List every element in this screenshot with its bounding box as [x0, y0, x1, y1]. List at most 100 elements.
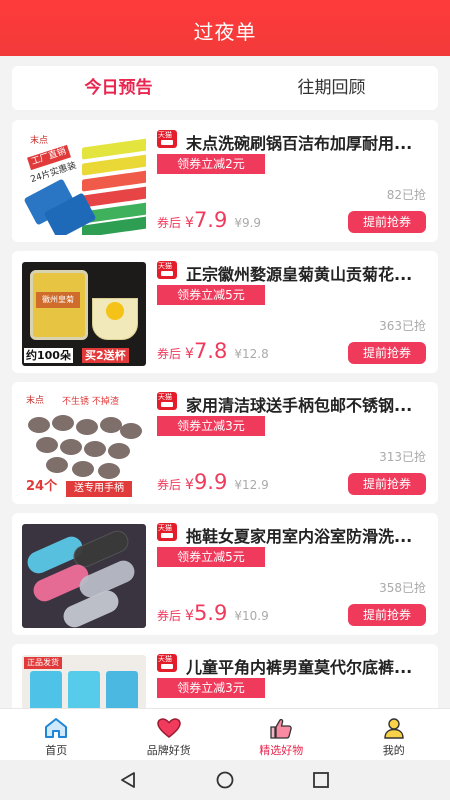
price-currency: ¥ — [185, 608, 194, 624]
package-shape — [30, 671, 62, 708]
tab-today-preview[interactable]: 今日预告 — [12, 66, 225, 110]
scrubber-ball — [108, 443, 130, 459]
price-prefix: 券后 — [157, 478, 182, 492]
price-value: 7.8 — [193, 339, 228, 363]
scrubber-ball — [100, 417, 122, 433]
price-value: 9.9 — [193, 470, 228, 494]
image-count-text: 约100朵 — [24, 348, 73, 363]
heart-icon — [156, 718, 181, 738]
price-currency: ¥ — [185, 346, 194, 362]
scrubber-ball — [72, 461, 94, 477]
nav-item-mine[interactable]: 我的 — [338, 709, 450, 760]
image-brand-text: 末点 — [26, 396, 45, 406]
scrubber-ball — [120, 423, 142, 439]
bottom-nav: 首页 品牌好货 精选好物 我的 — [0, 708, 450, 760]
recent-apps-icon[interactable] — [311, 771, 331, 789]
price-prefix: 券后 — [157, 347, 182, 361]
nav-label: 品牌好货 — [146, 744, 191, 757]
product-card[interactable]: 末点 工厂直销 24片实惠装 末点洗碗刷锅百洁布加厚耐用... 领券立减2元 8… — [12, 120, 438, 242]
product-title[interactable]: 家用清洁球送手柄包邮不锈钢... — [186, 392, 424, 416]
package-shape — [68, 671, 100, 708]
price-prefix: 券后 — [157, 216, 182, 230]
product-image: 正品发货 — [22, 655, 146, 708]
product-card[interactable]: 末点 不生锈 不掉渣 24个 送专用手柄 家用清洁球送手柄包邮不锈钢... 领券… — [12, 382, 438, 504]
tmall-icon — [157, 654, 177, 672]
scrubber-ball — [84, 441, 106, 457]
system-nav-bar — [0, 760, 450, 800]
original-price: 9.9 — [241, 216, 262, 230]
flower-shape — [106, 302, 124, 320]
thumbs-up-icon — [270, 718, 293, 739]
product-image: 末点 工厂直销 24片实惠装 — [22, 131, 146, 235]
tab-past-review[interactable]: 往期回顾 — [225, 66, 438, 110]
price-value: 5.9 — [193, 601, 228, 625]
home-button-icon[interactable] — [215, 771, 235, 789]
coupon-badge: 领券立减5元 — [157, 547, 265, 567]
coupon-badge: 领券立减5元 — [157, 285, 265, 305]
tmall-icon — [157, 392, 177, 410]
sold-count: 82已抢 — [386, 188, 426, 202]
price-prefix: 券后 — [157, 609, 182, 623]
price-row: 券后 ¥ 7.8 ¥ 12.8 — [157, 339, 269, 363]
scrubber-ball — [52, 415, 74, 431]
original-price: 12.9 — [241, 478, 269, 492]
image-gift-text: 买2送杯 — [82, 348, 129, 363]
home-icon — [45, 718, 68, 738]
image-brand-text: 末点 — [30, 136, 49, 146]
product-title[interactable]: 拖鞋女夏家用室内浴室防滑洗... — [186, 523, 424, 547]
grab-coupon-button[interactable]: 提前抢券 — [348, 342, 426, 364]
scrubber-ball — [28, 417, 50, 433]
grab-coupon-button[interactable]: 提前抢券 — [348, 473, 426, 495]
product-image — [22, 524, 146, 628]
image-note-text: 送专用手柄 — [66, 481, 132, 497]
scrubber-ball — [76, 419, 98, 435]
price-row: 券后 ¥ 5.9 ¥ 10.9 — [157, 601, 269, 625]
nav-label: 我的 — [382, 744, 405, 757]
coupon-badge: 领券立减3元 — [157, 678, 265, 698]
grab-coupon-button[interactable]: 提前抢券 — [348, 211, 426, 233]
image-count-text: 24个 — [24, 479, 60, 494]
scrubber-ball — [60, 439, 82, 455]
original-price-currency: ¥ — [234, 216, 242, 230]
nav-label: 首页 — [45, 744, 68, 757]
product-card[interactable]: 拖鞋女夏家用室内浴室防滑洗... 领券立减5元 358已抢 券后 ¥ 5.9 ¥… — [12, 513, 438, 635]
price-currency: ¥ — [185, 215, 194, 231]
product-image: 徽州皇菊 约100朵 买2送杯 — [22, 262, 146, 366]
image-tag-text: 不生锈 不掉渣 — [62, 397, 119, 407]
tmall-icon — [157, 130, 177, 148]
tab-bar: 今日预告 往期回顾 — [12, 66, 438, 110]
status-bar — [0, 0, 450, 10]
sold-count: 313已抢 — [379, 450, 426, 464]
product-card[interactable]: 正品发货 儿童平角内裤男童莫代尔底裤... 领券立减3元 — [12, 644, 438, 708]
price-row: 券后 ¥ 9.9 ¥ 12.9 — [157, 470, 269, 494]
nav-item-brand-goods[interactable]: 品牌好货 — [113, 709, 226, 760]
coupon-badge: 领券立减2元 — [157, 154, 265, 174]
scrubber-ball — [46, 457, 68, 473]
image-badge-text: 正品发货 — [24, 657, 62, 669]
back-icon[interactable] — [118, 771, 138, 789]
grab-coupon-button[interactable]: 提前抢券 — [348, 604, 426, 626]
price-value: 7.9 — [193, 208, 228, 232]
product-list: 末点 工厂直销 24片实惠装 末点洗碗刷锅百洁布加厚耐用... 领券立减2元 8… — [12, 120, 438, 708]
tmall-icon — [157, 261, 177, 279]
original-price: 10.9 — [241, 609, 269, 623]
product-title[interactable]: 末点洗碗刷锅百洁布加厚耐用... — [186, 130, 424, 154]
page-title: 过夜单 — [193, 20, 257, 44]
original-price-currency: ¥ — [234, 347, 242, 361]
product-card[interactable]: 徽州皇菊 约100朵 买2送杯 正宗徽州婺源皇菊黄山贡菊花... 领券立减5元 … — [12, 251, 438, 373]
nav-item-home[interactable]: 首页 — [0, 709, 113, 760]
tmall-icon — [157, 523, 177, 541]
app-header: 过夜单 — [0, 0, 450, 56]
product-title[interactable]: 正宗徽州婺源皇菊黄山贡菊花... — [186, 261, 424, 285]
original-price-currency: ¥ — [234, 609, 242, 623]
product-title[interactable]: 儿童平角内裤男童莫代尔底裤... — [186, 654, 424, 678]
nav-item-selected-goods[interactable]: 精选好物 — [225, 709, 338, 760]
jar-label: 徽州皇菊 — [36, 292, 80, 308]
price-currency: ¥ — [185, 477, 194, 493]
product-image: 末点 不生锈 不掉渣 24个 送专用手柄 — [22, 393, 146, 497]
original-price: 12.8 — [241, 347, 269, 361]
package-shape — [106, 671, 138, 708]
sold-count: 358已抢 — [379, 581, 426, 595]
sold-count: 363已抢 — [379, 319, 426, 333]
scrubber-ball — [98, 463, 120, 479]
